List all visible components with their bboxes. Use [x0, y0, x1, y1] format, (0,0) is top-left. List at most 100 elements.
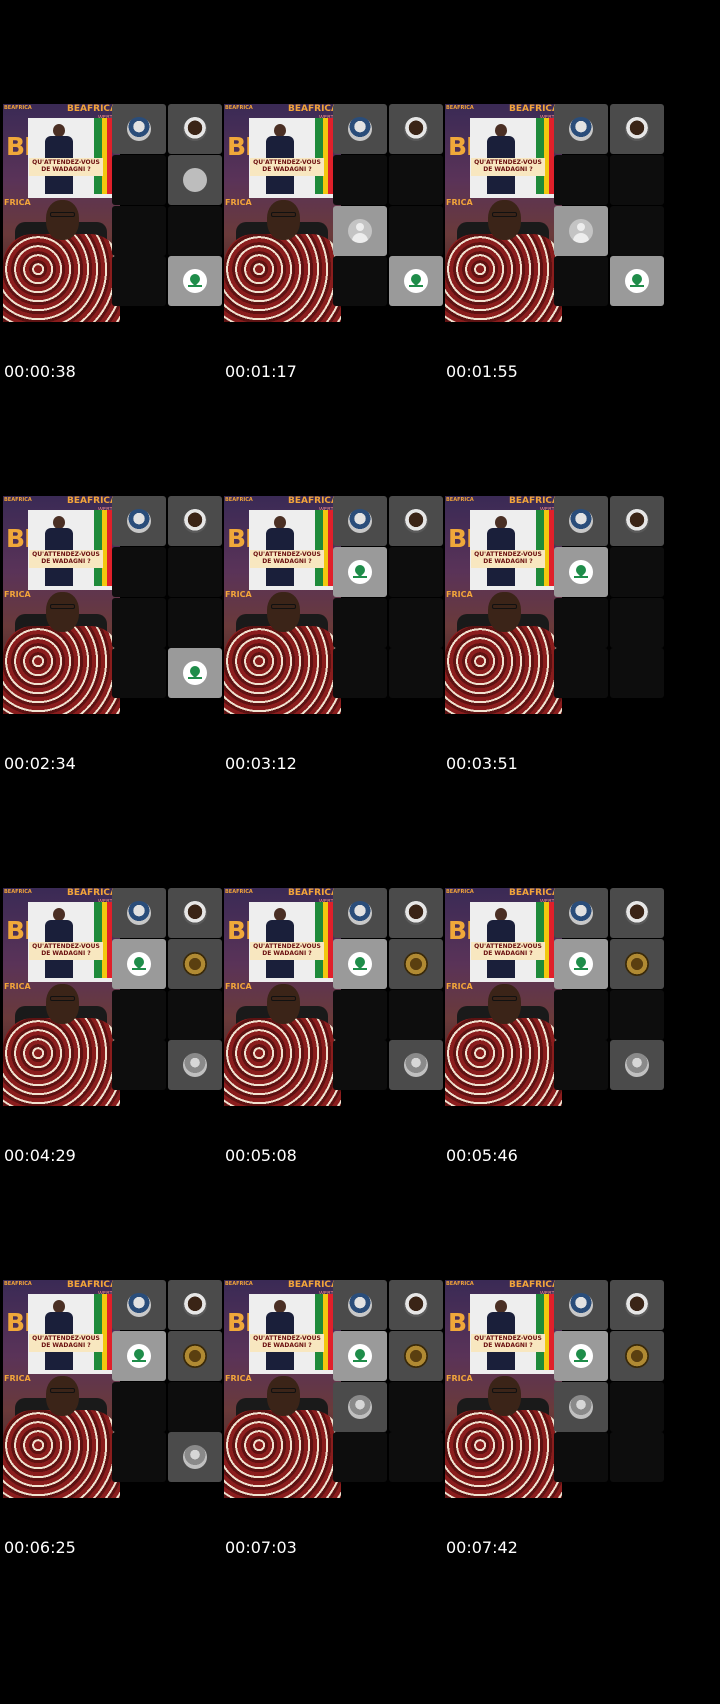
call-thumbnail[interactable]: BEAFRICA BEAFRICA WEBTV BE FRICA QU'ATTE… — [224, 888, 456, 1106]
participant-tile[interactable] — [554, 939, 608, 989]
participant-tile[interactable] — [389, 1040, 443, 1090]
participant-tile[interactable] — [168, 598, 222, 648]
participant-tile[interactable] — [389, 939, 443, 989]
participant-tile[interactable] — [333, 155, 387, 205]
participant-tile[interactable] — [112, 1382, 166, 1432]
participant-tile[interactable] — [389, 1331, 443, 1381]
participant-tile[interactable] — [112, 104, 166, 154]
participant-tile[interactable] — [389, 598, 443, 648]
participant-tile[interactable] — [168, 547, 222, 597]
participant-tile[interactable] — [333, 104, 387, 154]
participant-tile[interactable] — [168, 1432, 222, 1482]
call-thumbnail[interactable]: BEAFRICA BEAFRICA WEBTV BE FRICA QU'ATTE… — [224, 496, 456, 714]
participant-tile[interactable] — [168, 155, 222, 205]
participant-tile[interactable] — [389, 104, 443, 154]
participant-tile[interactable] — [112, 1331, 166, 1381]
participant-tile[interactable] — [389, 990, 443, 1040]
participant-tile[interactable] — [610, 1331, 664, 1381]
participant-tile[interactable] — [554, 155, 608, 205]
participant-tile[interactable] — [554, 888, 608, 938]
participant-tile[interactable] — [389, 648, 443, 698]
participant-tile[interactable] — [389, 1280, 443, 1330]
participant-tile[interactable] — [112, 888, 166, 938]
participant-tile[interactable] — [554, 206, 608, 256]
participant-tile[interactable] — [610, 648, 664, 698]
participant-tile[interactable] — [112, 1280, 166, 1330]
participant-tile[interactable] — [112, 547, 166, 597]
participant-tile[interactable] — [610, 496, 664, 546]
participant-tile[interactable] — [389, 256, 443, 306]
participant-tile[interactable] — [554, 1432, 608, 1482]
participant-tile[interactable] — [554, 104, 608, 154]
participant-tile[interactable] — [168, 1040, 222, 1090]
participant-tile[interactable] — [610, 256, 664, 306]
participant-tile[interactable] — [168, 1382, 222, 1432]
participant-tile[interactable] — [389, 547, 443, 597]
participant-tile[interactable] — [610, 990, 664, 1040]
participant-tile[interactable] — [112, 1040, 166, 1090]
participant-tile[interactable] — [554, 547, 608, 597]
participant-tile[interactable] — [554, 990, 608, 1040]
participant-tile[interactable] — [554, 1382, 608, 1432]
participant-tile[interactable] — [554, 256, 608, 306]
participant-tile[interactable] — [610, 1432, 664, 1482]
participant-tile[interactable] — [333, 648, 387, 698]
participant-tile[interactable] — [554, 1040, 608, 1090]
participant-tile[interactable] — [389, 206, 443, 256]
participant-tile[interactable] — [333, 206, 387, 256]
participant-tile[interactable] — [610, 598, 664, 648]
call-thumbnail[interactable]: BEAFRICA BEAFRICA WEBTV BE FRICA QU'ATTE… — [224, 104, 456, 322]
participant-tile[interactable] — [610, 1280, 664, 1330]
call-thumbnail[interactable]: BEAFRICA BEAFRICA WEBTV BE FRICA QU'ATTE… — [445, 104, 677, 322]
participant-tile[interactable] — [389, 155, 443, 205]
participant-tile[interactable] — [554, 648, 608, 698]
participant-tile[interactable] — [168, 939, 222, 989]
call-thumbnail[interactable]: BEAFRICA BEAFRICA WEBTV BE FRICA QU'ATTE… — [3, 1280, 235, 1498]
call-thumbnail[interactable]: BEAFRICA BEAFRICA WEBTV BE FRICA QU'ATTE… — [445, 1280, 677, 1498]
participant-tile[interactable] — [610, 939, 664, 989]
participant-tile[interactable] — [112, 648, 166, 698]
call-thumbnail[interactable]: BEAFRICA BEAFRICA WEBTV BE FRICA QU'ATTE… — [3, 104, 235, 322]
participant-tile[interactable] — [112, 155, 166, 205]
participant-tile[interactable] — [554, 1280, 608, 1330]
participant-tile[interactable] — [333, 1432, 387, 1482]
participant-tile[interactable] — [333, 990, 387, 1040]
participant-tile[interactable] — [168, 648, 222, 698]
participant-tile[interactable] — [389, 1432, 443, 1482]
participant-tile[interactable] — [112, 939, 166, 989]
call-thumbnail[interactable]: BEAFRICA BEAFRICA WEBTV BE FRICA QU'ATTE… — [445, 496, 677, 714]
participant-tile[interactable] — [168, 496, 222, 546]
participant-tile[interactable] — [168, 206, 222, 256]
participant-tile[interactable] — [333, 496, 387, 546]
participant-tile[interactable] — [333, 1382, 387, 1432]
participant-tile[interactable] — [389, 496, 443, 546]
participant-tile[interactable] — [112, 496, 166, 546]
participant-tile[interactable] — [610, 1040, 664, 1090]
participant-tile[interactable] — [610, 1382, 664, 1432]
participant-tile[interactable] — [168, 104, 222, 154]
participant-tile[interactable] — [333, 1280, 387, 1330]
participant-tile[interactable] — [610, 206, 664, 256]
call-thumbnail[interactable]: BEAFRICA BEAFRICA WEBTV BE FRICA QU'ATTE… — [445, 888, 677, 1106]
participant-tile[interactable] — [333, 1040, 387, 1090]
participant-tile[interactable] — [168, 990, 222, 1040]
participant-tile[interactable] — [112, 990, 166, 1040]
participant-tile[interactable] — [610, 888, 664, 938]
participant-tile[interactable] — [168, 888, 222, 938]
call-thumbnail[interactable]: BEAFRICA BEAFRICA WEBTV BE FRICA QU'ATTE… — [3, 496, 235, 714]
participant-tile[interactable] — [168, 1331, 222, 1381]
participant-tile[interactable] — [112, 1432, 166, 1482]
participant-tile[interactable] — [333, 1331, 387, 1381]
participant-tile[interactable] — [610, 104, 664, 154]
participant-tile[interactable] — [554, 496, 608, 546]
participant-tile[interactable] — [333, 888, 387, 938]
call-thumbnail[interactable]: BEAFRICA BEAFRICA WEBTV BE FRICA QU'ATTE… — [224, 1280, 456, 1498]
participant-tile[interactable] — [112, 206, 166, 256]
participant-tile[interactable] — [610, 155, 664, 205]
participant-tile[interactable] — [554, 1331, 608, 1381]
call-thumbnail[interactable]: BEAFRICA BEAFRICA WEBTV BE FRICA QU'ATTE… — [3, 888, 235, 1106]
participant-tile[interactable] — [610, 547, 664, 597]
participant-tile[interactable] — [112, 256, 166, 306]
participant-tile[interactable] — [112, 598, 166, 648]
participant-tile[interactable] — [168, 256, 222, 306]
